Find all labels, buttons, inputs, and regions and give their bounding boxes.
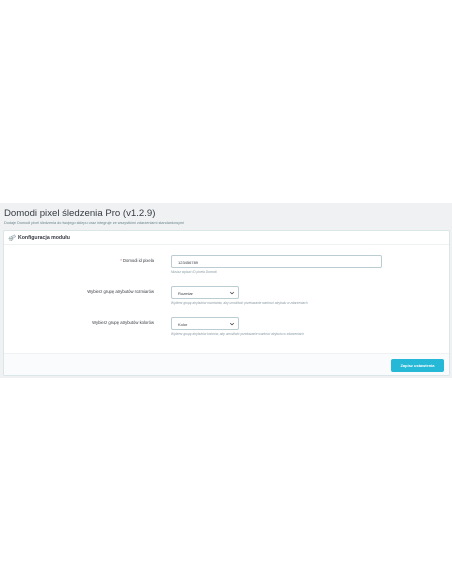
color-group-label: Wybierz grupę atrybutów kolorów <box>92 320 154 325</box>
size-group-selected: Rozmiar <box>178 291 193 296</box>
pixel-id-label-text: Domodi id pixela <box>123 258 154 263</box>
panel-footer: Zapisz ustawienia <box>4 353 449 375</box>
page-title: Domodi pixel śledzenia Pro (v1.2.9) <box>4 208 156 219</box>
chevron-down-icon <box>229 291 235 295</box>
pixel-id-input[interactable]: 123456789 <box>171 255 382 268</box>
required-mark: * <box>120 258 122 263</box>
panel-heading: Konfiguracja modułu <box>4 231 449 245</box>
pixel-id-value: 123456789 <box>178 260 199 265</box>
color-group-select[interactable]: Kolor <box>171 317 239 330</box>
configuration-panel: Konfiguracja modułu * Domodi id pixela 1… <box>3 230 450 376</box>
color-group-selected: Kolor <box>178 322 188 327</box>
gear-icon <box>8 234 16 241</box>
pixel-id-label: * Domodi id pixela <box>120 258 154 263</box>
save-settings-button[interactable]: Zapisz ustawienia <box>391 359 444 372</box>
pixel-id-help: Musisz wpisać ID pixela Domodi <box>171 270 217 274</box>
panel-title: Konfiguracja modułu <box>18 234 70 241</box>
size-group-select[interactable]: Rozmiar <box>171 286 239 299</box>
size-group-label: Wybierz grupę atrybutów rozmiarów <box>87 289 154 294</box>
page-subtitle: Dodaje Domodi pixel śledzenia do twojego… <box>4 221 185 225</box>
chevron-down-icon <box>229 322 235 326</box>
size-group-help: Wybierz grupę atrybutów rozmiarów, aby u… <box>171 301 308 305</box>
color-group-help: Wybierz grupę atrybutów kolorów, aby umo… <box>171 332 304 336</box>
